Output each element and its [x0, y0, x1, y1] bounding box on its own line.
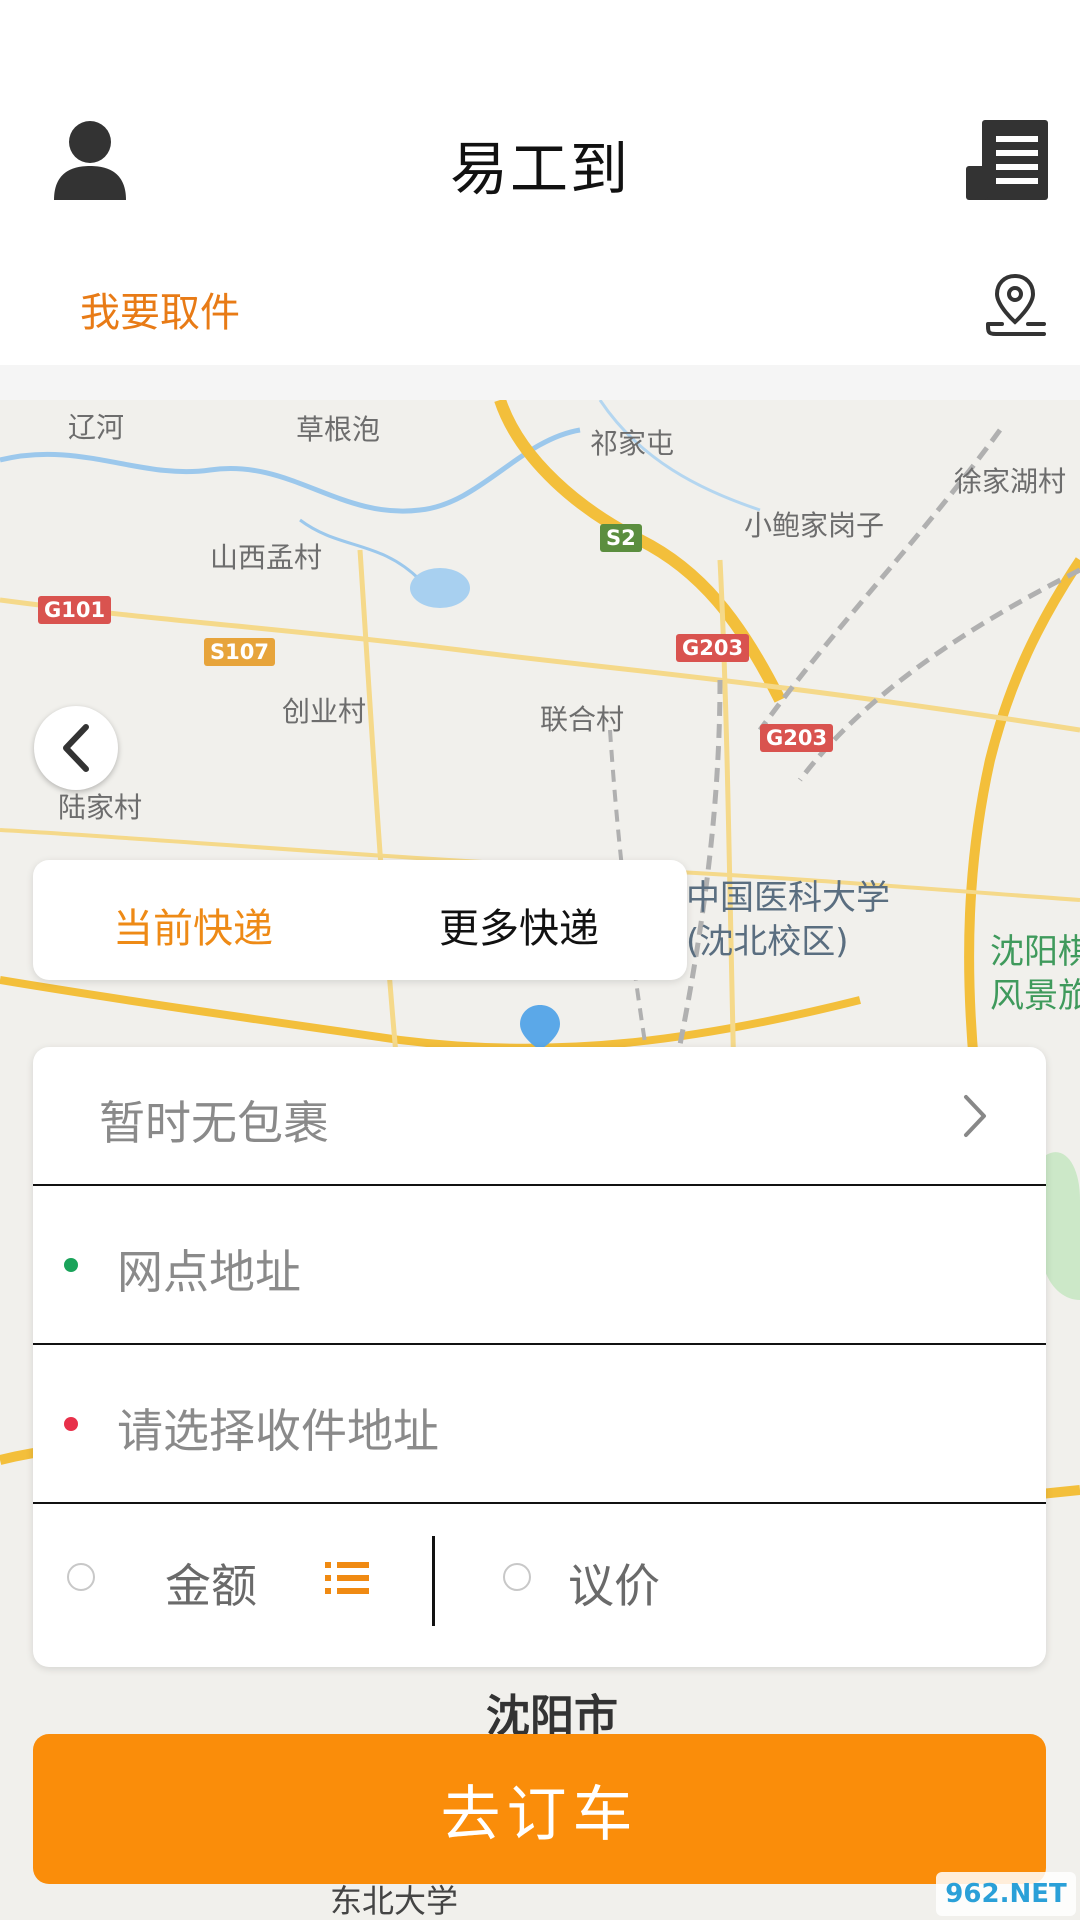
map-label: (沈北校区)	[686, 922, 849, 962]
express-tab-card: 当前快递 更多快递	[33, 860, 687, 980]
receipt-icon	[966, 120, 1048, 200]
map-label: 中国医科大学	[686, 878, 890, 918]
map-label: 创业村	[282, 695, 367, 728]
app-title: 易工到	[449, 135, 630, 203]
top-header: 易工到	[0, 100, 1080, 220]
highway-shield: S2	[600, 524, 642, 552]
watermark-logo: 962.NET	[936, 1872, 1076, 1916]
map-label: 风景旅	[990, 976, 1080, 1016]
outlet-address-field: 网点地址	[117, 1245, 301, 1299]
negotiate-label[interactable]: 议价	[568, 1550, 660, 1616]
package-row[interactable]: 暂时无包裹	[33, 1047, 1046, 1186]
highway-shield: S107	[204, 638, 275, 666]
amount-label[interactable]: 金额	[165, 1550, 257, 1616]
pickup-tab[interactable]: 我要取件	[80, 280, 240, 338]
map-label: 辽河	[68, 411, 125, 444]
map-label: 小鲍家岗子	[744, 509, 885, 542]
list-icon[interactable]	[325, 1558, 369, 1598]
order-list-button[interactable]	[962, 116, 1052, 204]
negotiate-radio[interactable]	[503, 1563, 531, 1591]
location-pin-icon	[986, 273, 1046, 336]
receive-dot-icon	[64, 1417, 78, 1431]
map-label: 陆家村	[58, 791, 143, 824]
map-back-button[interactable]	[34, 706, 118, 790]
outlet-address-row[interactable]: 网点地址	[33, 1186, 1046, 1345]
highway-shield: G203	[676, 634, 750, 662]
price-divider	[432, 1536, 435, 1626]
receive-address-field: 请选择收件地址	[117, 1404, 439, 1458]
map-label: 草根泡	[296, 413, 381, 446]
app-screen: 易工到 我要取件 辽河 草根泡 祁家屯 徐家湖村 小鲍家岗子 山西孟村 创业村 …	[0, 0, 1080, 1920]
location-button[interactable]	[982, 272, 1048, 338]
chevron-right-icon	[964, 1095, 986, 1137]
tab-more-express[interactable]: 更多快递	[439, 896, 599, 954]
sub-header: 我要取件	[0, 220, 1080, 365]
amount-radio[interactable]	[67, 1563, 95, 1591]
highway-shield: G203	[760, 724, 834, 752]
map-label: 联合村	[540, 703, 625, 736]
book-car-button[interactable]: 去订车	[33, 1734, 1046, 1884]
status-bar-area	[0, 0, 1080, 100]
price-row: 金额 议价	[33, 1504, 1046, 1667]
tab-current-express[interactable]: 当前快递	[113, 896, 273, 954]
outlet-dot-icon	[64, 1258, 78, 1272]
divider-strip	[0, 365, 1080, 400]
map-label: 祁家屯	[590, 427, 675, 460]
receive-address-row[interactable]: 请选择收件地址	[33, 1345, 1046, 1504]
map-label: 山西孟村	[210, 541, 323, 574]
package-status: 暂时无包裹	[99, 1096, 329, 1150]
map-label: 沈阳棋	[990, 932, 1080, 972]
chevron-left-icon	[63, 724, 89, 772]
map-label: 徐家湖村	[954, 465, 1067, 498]
order-form-card: 暂时无包裹 网点地址 请选择收件地址 金额 议价	[33, 1047, 1046, 1667]
highway-shield: G101	[38, 596, 112, 624]
